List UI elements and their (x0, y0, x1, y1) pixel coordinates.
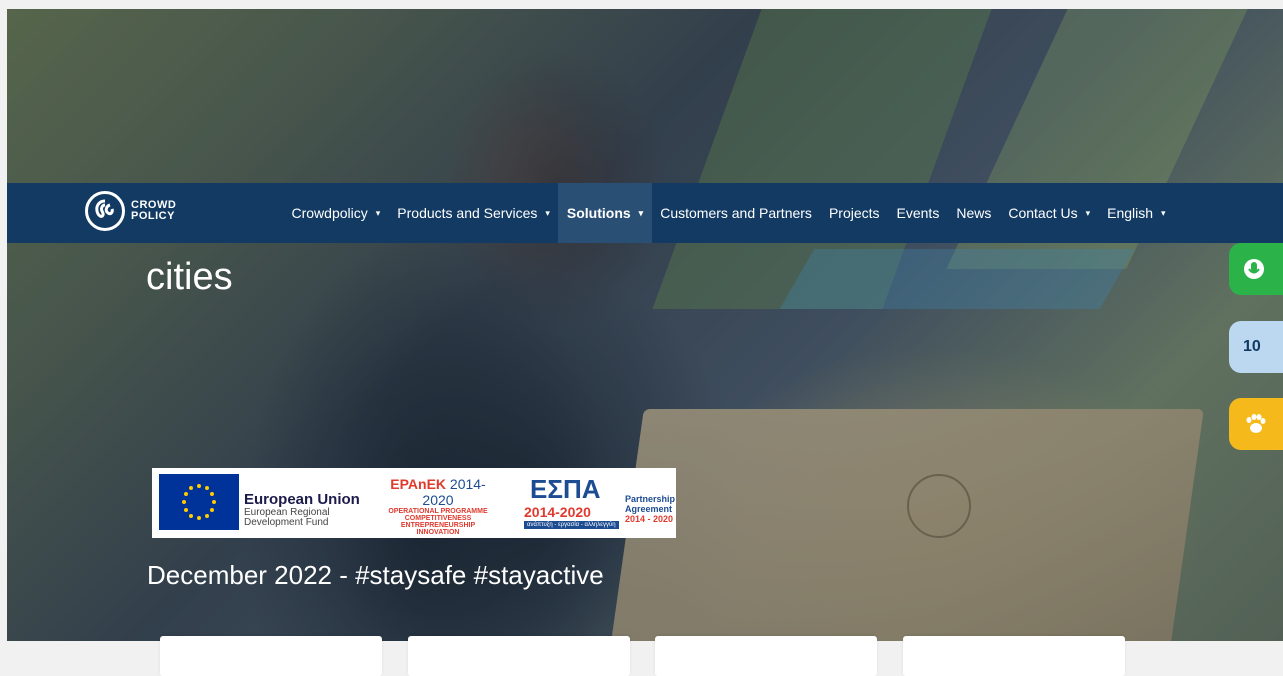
chevron-down-icon: ▾ (1085, 207, 1091, 218)
hero-background (7, 9, 1283, 641)
eu-text: European Union European Regional Develop… (244, 491, 360, 528)
info-card[interactable] (160, 636, 382, 676)
hero-headline: December 2022 - #staysafe #stayactive (147, 560, 604, 590)
pet-button[interactable] (1229, 398, 1283, 450)
info-card[interactable] (903, 636, 1125, 676)
menu-item-news[interactable]: News (948, 183, 1000, 243)
espa-logo: ΕΣΠΑ 2014-2020 ανάπτυξη - εργασία - αλλη… (524, 474, 676, 529)
menu-item-projects[interactable]: Projects (820, 183, 888, 243)
anniversary-label: 10 (1243, 338, 1261, 355)
epanek-logo: EPAnEK 2014-2020 OPERATIONAL PROGRAMME C… (388, 476, 488, 536)
eu-flag-icon (159, 474, 239, 530)
paw-icon (1246, 414, 1266, 433)
logo-text: CROWD POLICY (131, 199, 177, 222)
menu-item-language[interactable]: English ▾ (1099, 183, 1174, 243)
chevron-down-icon: ▾ (545, 207, 550, 218)
main-navbar: CROWD POLICY Crowdpolicy ▾ Products and S… (7, 183, 1283, 243)
menu-item-contact-us[interactable]: Contact Us ▾ (1000, 183, 1099, 243)
crowdpolicy-logo[interactable]: CROWD POLICY (85, 191, 176, 231)
voice-assistant-button[interactable] (1229, 243, 1283, 295)
menu-item-events[interactable]: Events (888, 183, 948, 243)
menu-item-customers-and-partners[interactable]: Customers and Partners (652, 183, 821, 243)
anniversary-button[interactable]: 10 (1229, 321, 1283, 373)
chevron-down-icon: ▾ (638, 207, 644, 218)
menu-item-crowdpolicy[interactable]: Crowdpolicy ▾ (283, 183, 389, 243)
menu-item-products-and-services[interactable]: Products and Services ▾ (389, 183, 559, 243)
logo-mark-icon (85, 191, 125, 231)
info-card[interactable] (408, 636, 630, 676)
chevron-down-icon: ▾ (1161, 207, 1166, 218)
microphone-icon (1244, 259, 1264, 279)
chevron-down-icon: ▾ (375, 207, 381, 218)
menu-item-solutions[interactable]: Solutions ▾ (558, 183, 652, 243)
main-menu: Crowdpolicy ▾ Products and Services ▾ Solu… (283, 183, 1174, 243)
hero-heading: cities (146, 256, 233, 298)
info-card[interactable] (655, 636, 877, 676)
funding-banner[interactable]: European Union European Regional Develop… (152, 468, 676, 538)
